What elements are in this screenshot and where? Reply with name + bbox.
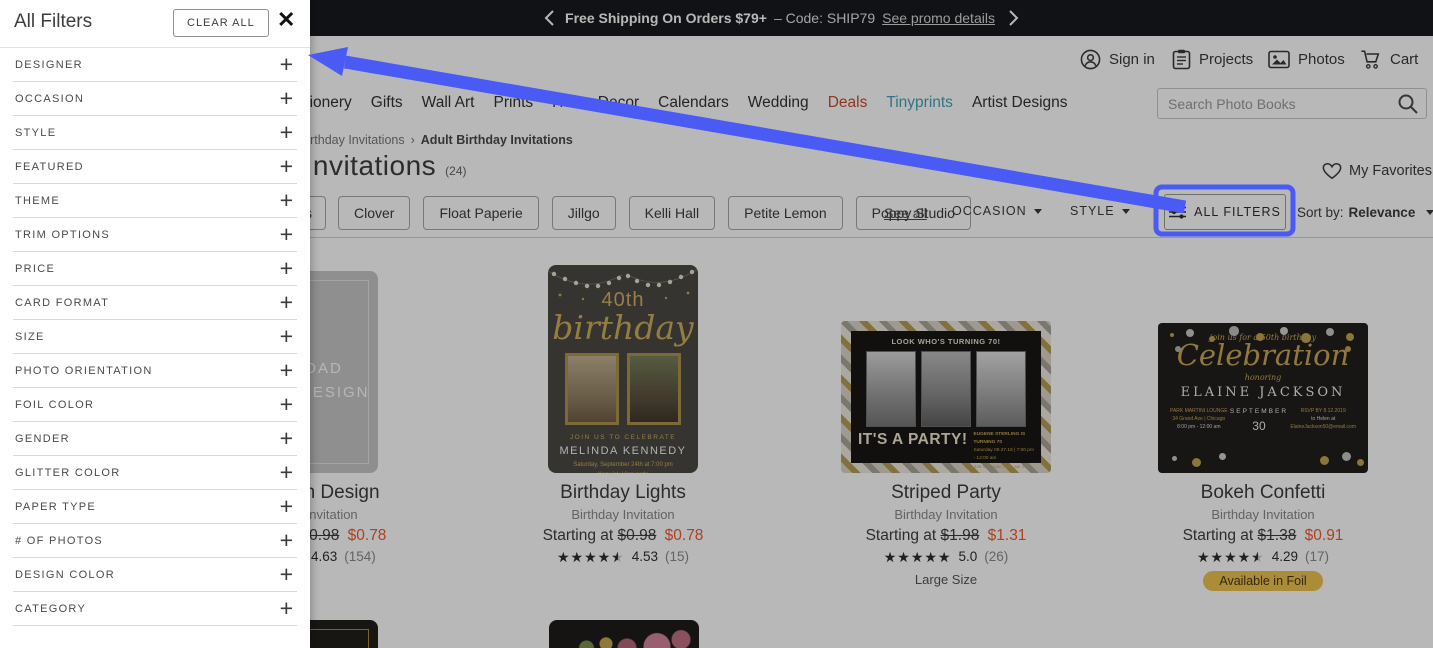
filter-row-photo-orientation[interactable]: PHOTO ORIENTATION + [13,354,297,388]
filter-label: GLITTER COLOR [15,467,121,479]
filter-row-gender[interactable]: GENDER + [13,422,297,456]
filter-label: DESIGN COLOR [15,569,115,581]
filter-row-design-color[interactable]: DESIGN COLOR + [13,558,297,592]
filter-label: DESIGNER [15,59,83,71]
expand-plus-icon: + [280,391,293,418]
filter-label: STYLE [15,127,56,139]
filter-row-designer[interactable]: DESIGNER + [13,48,297,82]
filter-label: THEME [15,195,60,207]
filter-row-glitter-color[interactable]: GLITTER COLOR + [13,456,297,490]
filter-row-paper-type[interactable]: PAPER TYPE + [13,490,297,524]
filter-row-theme[interactable]: THEME + [13,184,297,218]
filter-row-category[interactable]: CATEGORY + [13,592,297,626]
expand-plus-icon: + [280,493,293,520]
expand-plus-icon: + [280,187,293,214]
filter-label: CATEGORY [15,603,86,615]
filter-row-card-format[interactable]: CARD FORMAT + [13,286,297,320]
filter-label: FEATURED [15,161,84,173]
filter-label: # OF PHOTOS [15,535,103,547]
filter-label: PRICE [15,263,55,275]
filter-row-featured[interactable]: FEATURED + [13,150,297,184]
filter-row-price[interactable]: PRICE + [13,252,297,286]
expand-plus-icon: + [280,425,293,452]
page: Free Shipping On Orders $79+ – Code: SHI… [0,0,1433,648]
filter-row-size[interactable]: SIZE + [13,320,297,354]
filter-row-of-photos[interactable]: # OF PHOTOS + [13,524,297,558]
filter-label: OCCASION [15,93,84,105]
expand-plus-icon: + [280,289,293,316]
expand-plus-icon: + [280,119,293,146]
expand-plus-icon: + [280,221,293,248]
filter-label: FOIL COLOR [15,399,94,411]
filter-label: SIZE [15,331,45,343]
filter-label: PHOTO ORIENTATION [15,365,153,377]
close-icon[interactable]: ✕ [277,9,295,31]
filter-row-style[interactable]: STYLE + [13,116,297,150]
expand-plus-icon: + [280,561,293,588]
expand-plus-icon: + [280,51,293,78]
filter-label: GENDER [15,433,70,445]
filter-row-foil-color[interactable]: FOIL COLOR + [13,388,297,422]
expand-plus-icon: + [280,153,293,180]
filter-row-occasion[interactable]: OCCASION + [13,82,297,116]
expand-plus-icon: + [280,357,293,384]
panel-header: All Filters CLEAR ALL ✕ [0,0,310,48]
expand-plus-icon: + [280,255,293,282]
panel-title: All Filters [14,11,92,33]
expand-plus-icon: + [280,85,293,112]
filter-label: TRIM OPTIONS [15,229,110,241]
filter-list: DESIGNER+OCCASION+STYLE+FEATURED+THEME+T… [0,48,310,626]
clear-all-button[interactable]: CLEAR ALL [173,9,269,37]
expand-plus-icon: + [280,459,293,486]
all-filters-panel: All Filters CLEAR ALL ✕ DESIGNER+OCCASIO… [0,0,310,648]
expand-plus-icon: + [280,527,293,554]
filter-row-trim-options[interactable]: TRIM OPTIONS + [13,218,297,252]
expand-plus-icon: + [280,323,293,350]
expand-plus-icon: + [280,595,293,622]
filter-label: CARD FORMAT [15,297,109,309]
filter-label: PAPER TYPE [15,501,96,513]
